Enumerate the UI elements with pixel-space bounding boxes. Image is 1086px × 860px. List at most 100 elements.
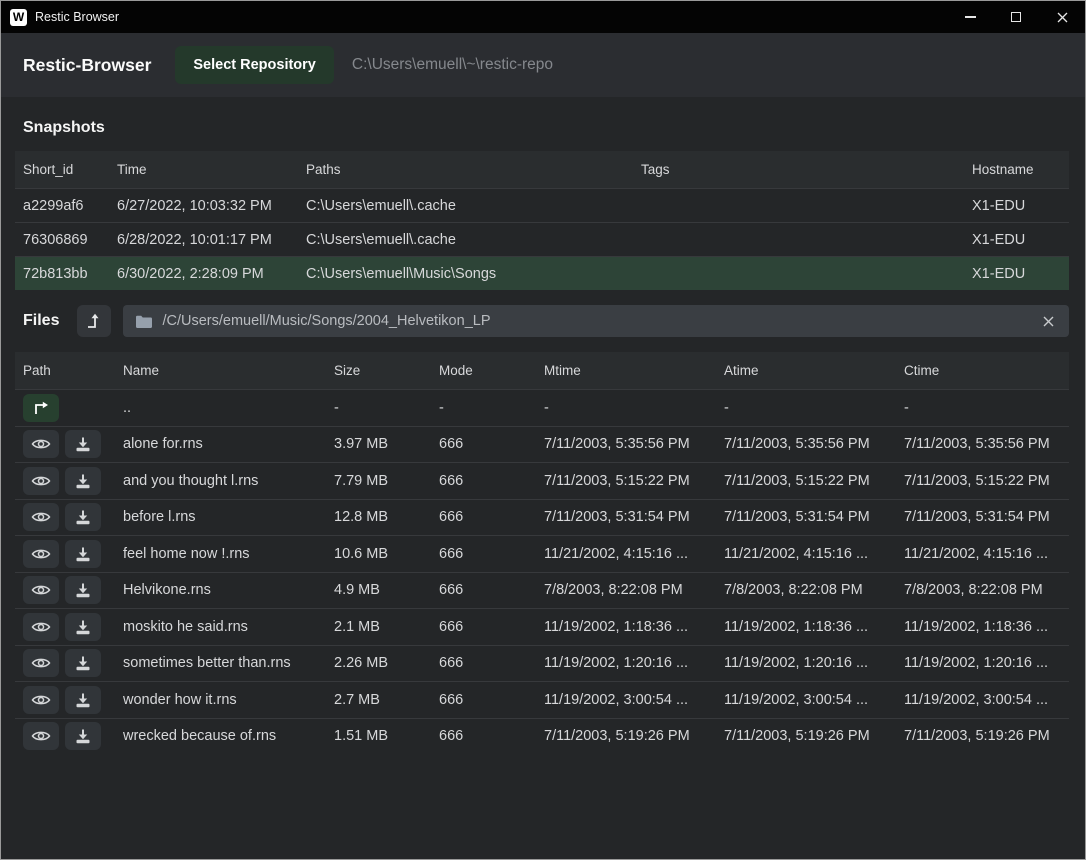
column-atime: Atime (724, 363, 904, 378)
file-name: wonder how it.rns (123, 692, 334, 708)
files-heading: Files (23, 312, 59, 330)
snapshot-paths: C:\Users\emuell\.cache (306, 198, 641, 214)
files-table-header: Path Name Size Mode Mtime Atime Ctime (15, 352, 1069, 389)
download-icon (75, 619, 91, 635)
file-atime: 7/8/2003, 8:22:08 PM (724, 582, 904, 598)
download-file-button[interactable] (65, 467, 101, 495)
file-mode: 666 (439, 509, 544, 525)
file-path-text: /C/Users/emuell/Music/Songs/2004_Helveti… (162, 313, 1031, 329)
column-path: Path (23, 363, 123, 378)
download-icon (75, 436, 91, 452)
snapshot-paths: C:\Users\emuell\Music\Songs (306, 266, 641, 282)
preview-file-button[interactable] (23, 649, 59, 677)
preview-file-button[interactable] (23, 540, 59, 568)
file-mode: 666 (439, 619, 544, 635)
file-row: feel home now !.rns 10.6 MB 666 11/21/20… (15, 535, 1069, 572)
file-name: moskito he said.rns (123, 619, 334, 635)
files-table: Path Name Size Mode Mtime Atime Ctime ..… (15, 352, 1069, 754)
file-row: alone for.rns 3.97 MB 666 7/11/2003, 5:3… (15, 426, 1069, 463)
eye-icon (31, 729, 51, 743)
file-mode: 666 (439, 692, 544, 708)
snapshots-table-header: Short_id Time Paths Tags Hostname (15, 151, 1069, 188)
file-ctime: 11/19/2002, 3:00:54 ... (904, 692, 1069, 708)
file-row: moskito he said.rns 2.1 MB 666 11/19/200… (15, 608, 1069, 645)
go-parent-button[interactable] (23, 394, 59, 422)
column-paths: Paths (306, 162, 641, 177)
maximize-button[interactable] (993, 1, 1039, 33)
file-path-input[interactable]: /C/Users/emuell/Music/Songs/2004_Helveti… (123, 305, 1069, 337)
preview-file-button[interactable] (23, 686, 59, 714)
download-file-button[interactable] (65, 613, 101, 641)
column-size: Size (334, 363, 439, 378)
file-name: wrecked because of.rns (123, 728, 334, 744)
file-mtime: 7/11/2003, 5:19:26 PM (544, 728, 724, 744)
download-file-button[interactable] (65, 686, 101, 714)
wails-logo-icon: W (10, 9, 27, 26)
app-window: W Restic Browser Restic-Browser Select R… (0, 0, 1086, 860)
column-mode: Mode (439, 363, 544, 378)
window-controls (947, 1, 1085, 33)
select-repository-button[interactable]: Select Repository (175, 46, 334, 84)
parent-dir-row: .. - - - - - (15, 389, 1069, 426)
file-mtime: 11/19/2002, 1:18:36 ... (544, 619, 724, 635)
eye-icon (31, 547, 51, 561)
snapshot-short-id: a2299af6 (23, 198, 117, 214)
snapshot-row[interactable]: 76306869 6/28/2022, 10:01:17 PM C:\Users… (15, 222, 1069, 256)
minimize-button[interactable] (947, 1, 993, 33)
download-file-button[interactable] (65, 722, 101, 750)
file-atime: 11/19/2002, 1:20:16 ... (724, 655, 904, 671)
up-level-button[interactable] (77, 305, 111, 337)
file-ctime: - (904, 400, 1069, 416)
preview-file-button[interactable] (23, 576, 59, 604)
snapshots-heading: Snapshots (1, 97, 1085, 151)
file-atime: 11/19/2002, 1:18:36 ... (724, 619, 904, 635)
file-mtime: 7/11/2003, 5:35:56 PM (544, 436, 724, 452)
file-size: 2.7 MB (334, 692, 439, 708)
file-atime: 7/11/2003, 5:15:22 PM (724, 473, 904, 489)
file-mtime: - (544, 400, 724, 416)
clear-path-button[interactable] (1041, 314, 1056, 329)
preview-file-button[interactable] (23, 430, 59, 458)
eye-icon (31, 510, 51, 524)
snapshot-hostname: X1-EDU (972, 266, 1069, 282)
download-file-button[interactable] (65, 430, 101, 458)
snapshot-time: 6/28/2022, 10:01:17 PM (117, 232, 306, 248)
file-size: 2.26 MB (334, 655, 439, 671)
preview-file-button[interactable] (23, 613, 59, 641)
file-size: 10.6 MB (334, 546, 439, 562)
repository-path: C:\Users\emuell\~\restic-repo (352, 56, 553, 74)
column-tags: Tags (641, 162, 972, 177)
file-size: 3.97 MB (334, 436, 439, 452)
download-file-button[interactable] (65, 540, 101, 568)
file-size: 2.1 MB (334, 619, 439, 635)
file-name: before l.rns (123, 509, 334, 525)
eye-icon (31, 474, 51, 488)
file-size: 1.51 MB (334, 728, 439, 744)
snapshot-short-id: 72b813bb (23, 266, 117, 282)
download-file-button[interactable] (65, 576, 101, 604)
file-mode: 666 (439, 655, 544, 671)
download-icon (75, 473, 91, 489)
file-ctime: 11/19/2002, 1:18:36 ... (904, 619, 1069, 635)
file-mtime: 11/19/2002, 1:20:16 ... (544, 655, 724, 671)
files-bar: Files /C/Users/emuell/Music/Songs/2004_H… (1, 290, 1085, 352)
download-file-button[interactable] (65, 649, 101, 677)
preview-file-button[interactable] (23, 722, 59, 750)
file-atime: - (724, 400, 904, 416)
snapshot-row[interactable]: a2299af6 6/27/2022, 10:03:32 PM C:\Users… (15, 188, 1069, 222)
file-mode: 666 (439, 546, 544, 562)
preview-file-button[interactable] (23, 467, 59, 495)
file-row: wonder how it.rns 2.7 MB 666 11/19/2002,… (15, 681, 1069, 718)
file-row: before l.rns 12.8 MB 666 7/11/2003, 5:31… (15, 499, 1069, 536)
file-ctime: 11/21/2002, 4:15:16 ... (904, 546, 1069, 562)
clear-path-icon (1043, 316, 1054, 327)
snapshot-row[interactable]: 72b813bb 6/30/2022, 2:28:09 PM C:\Users\… (15, 256, 1069, 290)
download-icon (75, 546, 91, 562)
file-size: 12.8 MB (334, 509, 439, 525)
download-file-button[interactable] (65, 503, 101, 531)
file-ctime: 7/11/2003, 5:35:56 PM (904, 436, 1069, 452)
close-button[interactable] (1039, 1, 1085, 33)
app-name: Restic-Browser (23, 55, 151, 76)
preview-file-button[interactable] (23, 503, 59, 531)
close-icon (1057, 12, 1068, 23)
